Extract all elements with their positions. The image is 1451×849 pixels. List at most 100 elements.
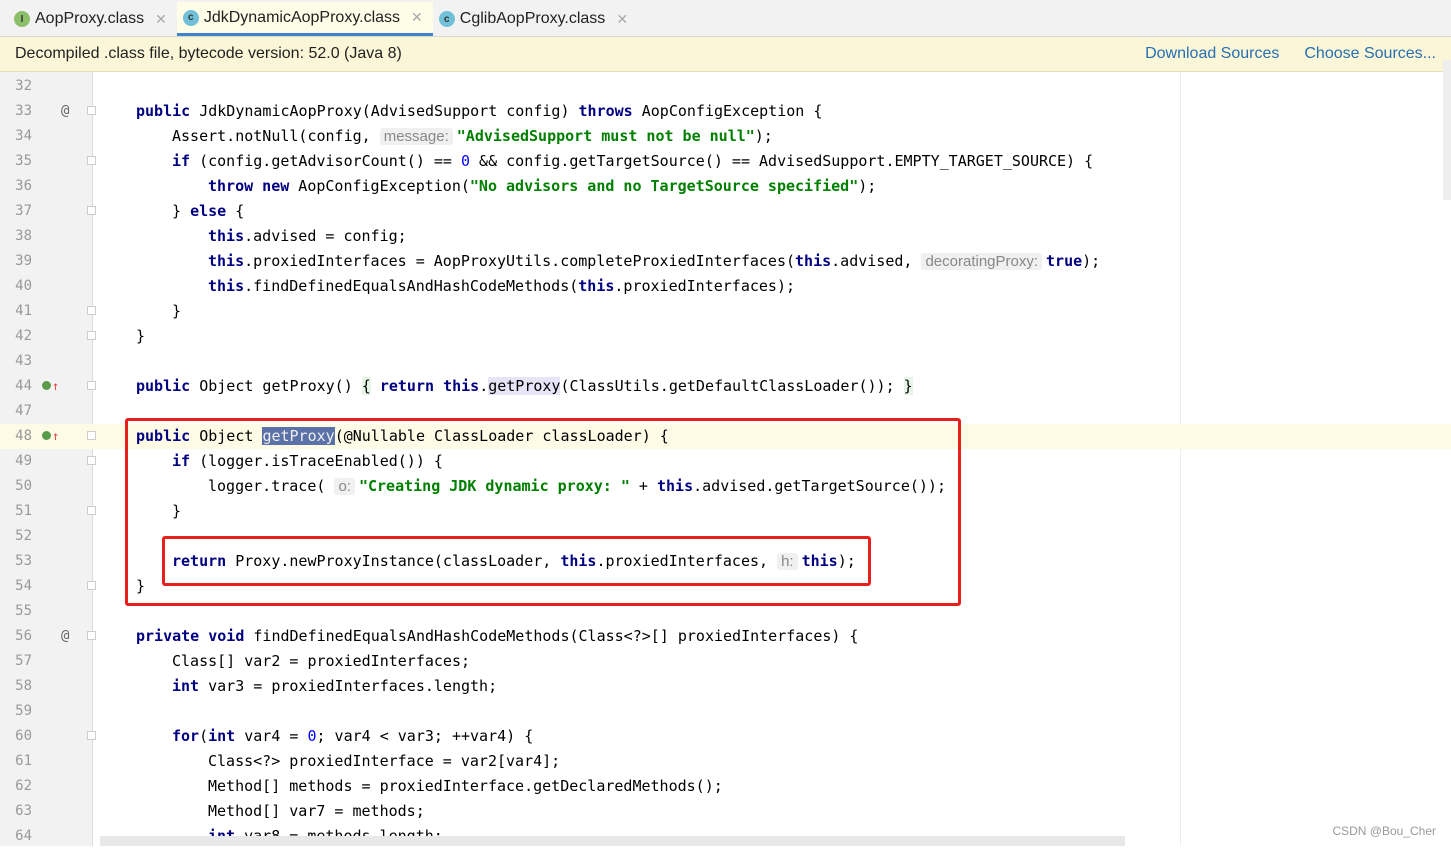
code-line: 63 Method[] var7 = methods; (0, 799, 1451, 824)
line-number: 58 (15, 678, 32, 694)
fold-marker-icon[interactable] (87, 156, 96, 165)
close-icon[interactable]: ✕ (155, 11, 167, 28)
code-token: } (136, 327, 146, 345)
code-text: if (config.getAdvisorCount() == 0 && con… (172, 149, 1093, 174)
code-line: 59 (0, 699, 1451, 724)
code-text: Method[] methods = proxiedInterface.getD… (208, 774, 723, 799)
implements-icon[interactable]: @ (61, 99, 69, 124)
code-line: 39 this.proxiedInterfaces = AopProxyUtils… (0, 249, 1451, 274)
code-token: AopConfigException { (632, 102, 823, 120)
fold-marker-icon[interactable] (87, 631, 96, 640)
brace-match: { (361, 377, 371, 395)
keyword: this (795, 252, 832, 270)
keyword: true (1046, 252, 1083, 270)
code-line: 56 @ private void findDefinedEqualsAndHash… (0, 624, 1451, 649)
code-text: Class<?> proxiedInterface = var2[var4]; (208, 749, 560, 774)
tab-label: AopProxy.class (35, 10, 145, 27)
line-number: 48 (15, 428, 32, 444)
implements-icon[interactable]: @ (61, 624, 69, 649)
code-token: .advised = config; (244, 227, 407, 245)
fold-marker-icon[interactable] (87, 731, 96, 740)
code-text: this.proxiedInterfaces = AopProxyUtils.c… (208, 249, 1100, 274)
close-icon[interactable]: ✕ (411, 9, 423, 26)
override-icon[interactable]: ↑ (42, 374, 59, 399)
close-icon[interactable]: ✕ (616, 11, 628, 28)
line-number: 40 (15, 278, 32, 294)
code-token: Class[] var2 = proxiedInterfaces; (172, 652, 471, 670)
keyword: if (172, 152, 191, 170)
line-number: 59 (15, 703, 32, 719)
code-token: (config.getAdvisorCount() == (190, 152, 461, 170)
parameter-hint: message: (379, 128, 453, 145)
line-number: 61 (15, 753, 32, 769)
tab-jdkdynamicaopproxy[interactable]: c JdkDynamicAopProxy.class ✕ (176, 2, 433, 36)
line-number: 43 (15, 353, 32, 369)
code-token: ); (754, 127, 773, 145)
code-token: ( (199, 727, 209, 745)
override-icon[interactable]: ↑ (42, 424, 59, 449)
code-token: JdkDynamicAopProxy(AdvisedSupport config… (190, 102, 579, 120)
code-token: Assert.notNull(config, (172, 127, 380, 145)
fold-marker-icon[interactable] (87, 306, 96, 315)
code-token: } (172, 202, 191, 220)
line-number: 42 (15, 328, 32, 344)
line-number: 57 (15, 653, 32, 669)
fold-marker-icon[interactable] (87, 431, 96, 440)
line-number: 34 (15, 128, 32, 144)
horizontal-scrollbar[interactable] (100, 836, 1125, 846)
choose-sources-link[interactable]: Choose Sources... (1304, 45, 1436, 63)
banner-text: Decompiled .class file, bytecode version… (15, 45, 402, 62)
line-number: 49 (15, 453, 32, 469)
line-number: 51 (15, 503, 32, 519)
fold-marker-icon[interactable] (87, 106, 96, 115)
fold-marker-icon[interactable] (87, 581, 96, 590)
code-token: var4 = (235, 727, 308, 745)
keyword: this (208, 277, 245, 295)
decompiled-banner: Decompiled .class file, bytecode version… (0, 37, 1451, 72)
keyword: int (172, 677, 200, 695)
code-text: Assert.notNull(config, message: "AdvisedS… (172, 124, 773, 149)
fold-marker-icon[interactable] (87, 456, 96, 465)
tab-label: JdkDynamicAopProxy.class (203, 8, 401, 26)
line-number: 47 (15, 403, 32, 419)
keyword: this (208, 227, 245, 245)
code-line: 36 throw new AopConfigException("No advis… (0, 174, 1451, 199)
download-sources-link[interactable]: Download Sources (1145, 45, 1279, 63)
usage-highlight: getProxy (488, 377, 561, 395)
code-token: var3 = proxiedInterfaces.length; (199, 677, 498, 695)
fold-marker-icon[interactable] (87, 506, 96, 515)
line-number: 55 (15, 603, 32, 619)
code-text: Class[] var2 = proxiedInterfaces; (172, 649, 470, 674)
line-number: 39 (15, 253, 32, 269)
code-line: 40 this.findDefinedEqualsAndHashCodeMetho… (0, 274, 1451, 299)
interface-icon: I (14, 11, 30, 27)
keyword: private void (136, 627, 245, 645)
class-icon: c (438, 11, 455, 27)
code-token: && config.getTargetSource() == AdvisedSu… (470, 152, 1094, 170)
code-text: Method[] var7 = methods; (208, 799, 425, 824)
fold-marker-icon[interactable] (87, 331, 96, 340)
keyword: int (208, 727, 236, 745)
line-number: 62 (15, 778, 32, 794)
line-number: 52 (15, 528, 32, 544)
code-token: . (479, 377, 489, 395)
code-line: 61 Class<?> proxiedInterface = var2[var4]… (0, 749, 1451, 774)
code-text: int var3 = proxiedInterfaces.length; (172, 674, 497, 699)
code-token: .proxiedInterfaces); (614, 277, 796, 295)
code-text: for(int var4 = 0; var4 < var3; ++var4) { (172, 724, 533, 749)
editor-tabs: I AopProxy.class ✕ c JdkDynamicAopProxy.clas… (0, 0, 1451, 37)
fold-marker-icon[interactable] (87, 381, 96, 390)
fold-marker-icon[interactable] (87, 206, 96, 215)
keyword: public (136, 377, 191, 395)
code-token: Class<?> proxiedInterface = var2[var4]; (208, 752, 561, 770)
code-line: 37} else { (0, 199, 1451, 224)
code-token: .proxiedInterfaces = AopProxyUtils.compl… (244, 252, 796, 270)
vertical-scrollbar[interactable] (1443, 60, 1451, 200)
code-line: 44 ↑ public Object getProxy() { return thi… (0, 374, 1451, 399)
tab-cglibaopproxy[interactable]: c CglibAopProxy.class ✕ (433, 2, 638, 36)
line-number: 44 (15, 378, 32, 394)
code-text: this.findDefinedEqualsAndHashCodeMethods… (208, 274, 795, 299)
line-number: 33 (15, 103, 32, 119)
tab-aopproxy[interactable]: I AopProxy.class ✕ (8, 2, 177, 36)
